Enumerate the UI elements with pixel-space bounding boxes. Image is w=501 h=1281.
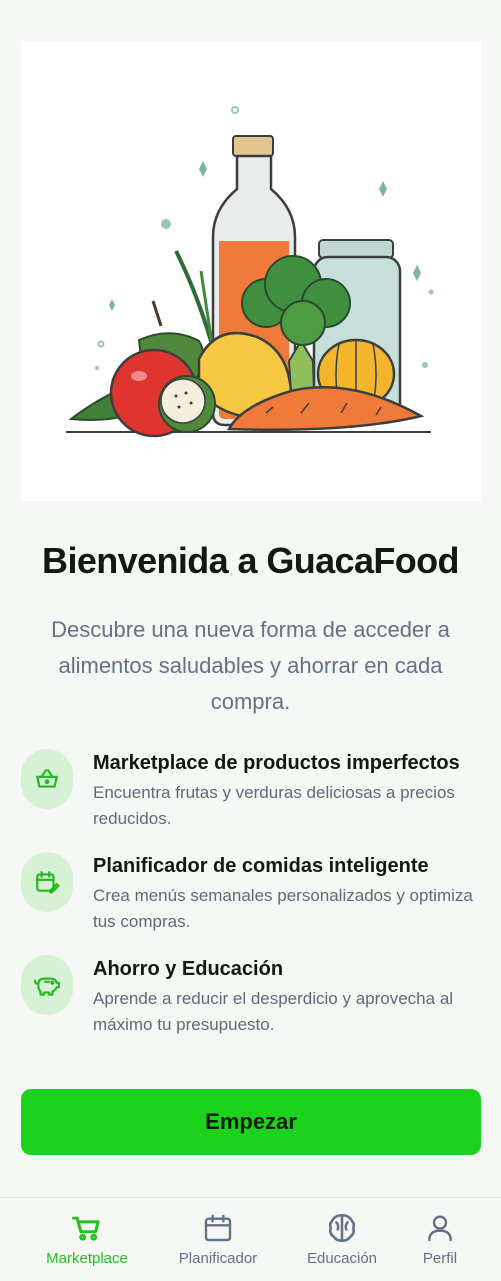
basket-icon bbox=[21, 749, 73, 809]
tab-educacion[interactable]: Educación bbox=[292, 1198, 392, 1281]
tab-perfil[interactable]: Perfil bbox=[405, 1198, 475, 1281]
tab-planificador[interactable]: Planificador bbox=[168, 1198, 268, 1281]
tab-label: Perfil bbox=[422, 1250, 458, 1267]
bottom-nav: Marketplace Planificador Educación Perfi… bbox=[0, 1197, 501, 1281]
calendar-icon bbox=[202, 1210, 234, 1246]
tab-label: Planificador bbox=[178, 1250, 258, 1267]
page-title: Bienvenida a GuacaFood bbox=[42, 540, 460, 581]
brain-icon bbox=[325, 1210, 359, 1246]
page-subtitle: Descubre una nueva forma de acceder a al… bbox=[51, 617, 450, 714]
feature-planner: Planificador de comidas inteligente Crea… bbox=[21, 852, 491, 942]
feature-marketplace: Marketplace de productos imperfectos Enc… bbox=[21, 749, 491, 839]
tab-label: Educación bbox=[306, 1250, 378, 1267]
tab-label: Marketplace bbox=[46, 1250, 128, 1267]
feature-description: Encuentra frutas y verduras deliciosas a… bbox=[93, 783, 455, 828]
tab-marketplace[interactable]: Marketplace bbox=[37, 1198, 137, 1281]
vegetables-illustration bbox=[66, 106, 434, 438]
start-button[interactable]: Empezar bbox=[21, 1089, 481, 1155]
calendar-edit-icon bbox=[21, 852, 73, 912]
feature-title: Marketplace de productos imperfectos bbox=[93, 752, 460, 774]
piggy-bank-icon bbox=[21, 955, 73, 1015]
feature-savings: Ahorro y Educación Aprende a reducir el … bbox=[21, 955, 491, 1045]
user-icon bbox=[424, 1210, 456, 1246]
feature-description: Crea menús semanales personalizados y op… bbox=[93, 886, 473, 931]
feature-title: Ahorro y Educación bbox=[93, 958, 284, 980]
hero-illustration bbox=[21, 41, 481, 501]
feature-description: Aprende a reducir el desperdicio y aprov… bbox=[93, 989, 454, 1034]
feature-title: Planificador de comidas inteligente bbox=[93, 855, 429, 877]
cart-icon bbox=[71, 1210, 103, 1246]
